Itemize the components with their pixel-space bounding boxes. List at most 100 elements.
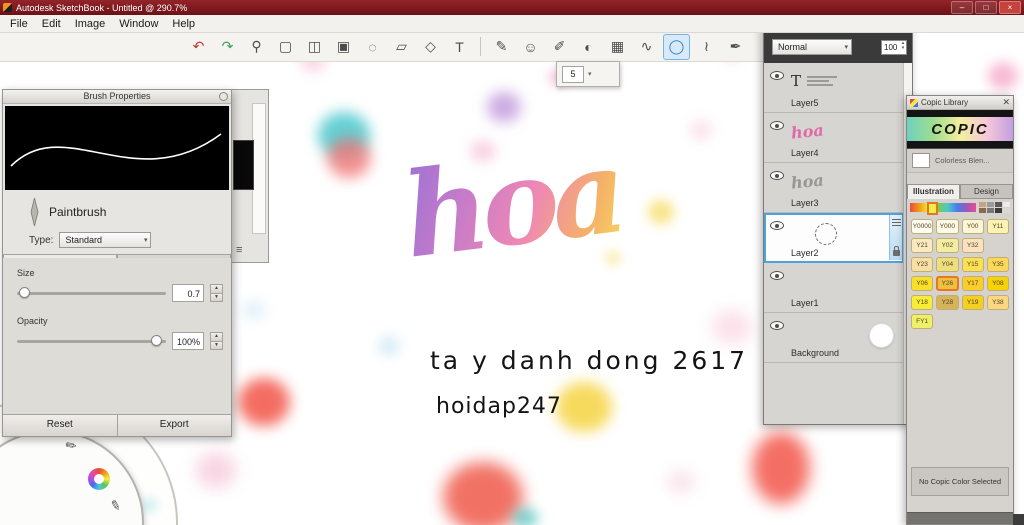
menu-image[interactable]: Image xyxy=(68,17,113,31)
family-swatch[interactable] xyxy=(987,208,994,213)
window-resize-grip[interactable] xyxy=(1013,514,1024,525)
copic-chip-y35[interactable]: Y35 xyxy=(986,257,1009,272)
family-swatch[interactable] xyxy=(979,202,986,207)
tab-illustration[interactable]: Illustration xyxy=(907,184,960,199)
visibility-eye-icon[interactable] xyxy=(770,221,784,230)
blend-mode-select[interactable]: Normal xyxy=(772,39,852,55)
opacity-slider-knob[interactable] xyxy=(150,334,162,346)
menu-edit[interactable]: Edit xyxy=(35,17,68,31)
menu-help[interactable]: Help xyxy=(165,17,202,31)
opacity-value[interactable]: 100% xyxy=(172,332,204,350)
layer-row-layer3[interactable]: hoa Layer3 xyxy=(764,163,904,213)
colorless-swatch[interactable] xyxy=(912,153,930,168)
brush-properties-titlebar[interactable]: Brush Properties xyxy=(3,90,231,104)
visibility-eye-icon[interactable] xyxy=(770,321,784,330)
size-slider-knob[interactable] xyxy=(19,286,31,298)
copic-chip-y06[interactable]: Y06 xyxy=(911,276,934,291)
layer-opacity-icon[interactable] xyxy=(891,219,901,220)
family-swatch[interactable] xyxy=(987,202,994,207)
layer-row-layer1[interactable]: Layer1 xyxy=(764,263,904,313)
menu-file[interactable]: File xyxy=(3,17,35,31)
steady-stroke-icon[interactable]: ∿ xyxy=(634,35,659,59)
copic-chip-y32[interactable]: Y32 xyxy=(961,238,984,253)
magic-select-icon[interactable]: ◫ xyxy=(302,35,327,59)
french-curve-icon[interactable]: ≀ xyxy=(694,35,719,59)
pencil-tool-icon[interactable]: ✎ xyxy=(489,35,514,59)
brush-size-value[interactable]: 5 xyxy=(562,65,584,83)
blob-brush-icon[interactable]: ☺ xyxy=(518,35,543,59)
copic-chip-y19[interactable]: Y19 xyxy=(961,295,984,310)
close-icon[interactable] xyxy=(219,92,228,101)
copic-chip-y00[interactable]: Y00 xyxy=(961,219,984,234)
close-button[interactable]: × xyxy=(999,1,1021,14)
size-value[interactable]: 0.7 xyxy=(172,284,204,302)
layer-row-layer4[interactable]: hoa Layer4 xyxy=(764,113,904,163)
distort-transform-icon[interactable]: ◇ xyxy=(418,35,443,59)
copic-chip-y04[interactable]: Y04 xyxy=(936,257,959,272)
brush-size-popup[interactable]: 5 ▾ xyxy=(556,61,620,87)
maximize-button[interactable]: □ xyxy=(975,1,997,14)
text-tool-icon[interactable]: T xyxy=(447,35,472,59)
layer-row-layer5[interactable]: T Layer5 xyxy=(764,63,904,113)
visibility-eye-icon[interactable] xyxy=(770,271,784,280)
polyline-select-icon[interactable]: ▱ xyxy=(389,35,414,59)
redo-icon[interactable]: ↷ xyxy=(215,35,240,59)
copic-chip-y17[interactable]: Y17 xyxy=(961,276,984,291)
visibility-eye-icon[interactable] xyxy=(770,71,784,80)
crop-icon[interactable]: ▣ xyxy=(331,35,356,59)
copic-chip-y26[interactable]: Y26 xyxy=(936,276,959,291)
symmetry-icon[interactable]: ▦ xyxy=(605,35,630,59)
zoom-icon[interactable]: ⚲ xyxy=(244,35,269,59)
undo-icon[interactable]: ↶ xyxy=(186,35,211,59)
copic-chip-y38[interactable]: Y38 xyxy=(986,295,1009,310)
copic-chip-y11[interactable]: Y11 xyxy=(986,219,1009,234)
lasso-select-icon[interactable]: ◌ xyxy=(360,35,385,59)
export-button[interactable]: Export xyxy=(116,415,231,436)
layer-row-background[interactable]: Background xyxy=(764,313,904,363)
pen-mode-icon[interactable]: ✒ xyxy=(723,35,748,59)
copic-footer-bar xyxy=(907,512,1013,524)
family-swatch[interactable] xyxy=(979,208,986,213)
copic-chip-y15[interactable]: Y15 xyxy=(961,257,984,272)
copic-titlebar[interactable]: Copic Library ✕ xyxy=(907,96,1013,110)
lock-icon[interactable] xyxy=(892,246,900,256)
size-stepper[interactable]: ▲ ▼ xyxy=(210,284,223,302)
marquee-select-icon[interactable]: ▢ xyxy=(273,35,298,59)
family-swatch[interactable] xyxy=(1003,202,1010,207)
brush-swatch[interactable] xyxy=(233,140,254,190)
menu-window[interactable]: Window xyxy=(112,17,165,31)
family-swatch[interactable] xyxy=(1003,208,1010,213)
opacity-slider[interactable] xyxy=(17,334,166,346)
colorless-blender-row[interactable]: Colorless Blen... xyxy=(907,149,1013,173)
size-slider[interactable] xyxy=(17,286,166,298)
family-swatch[interactable] xyxy=(995,208,1002,213)
brush-pair-icon[interactable]: ✐ xyxy=(547,35,572,59)
copic-chip-y28[interactable]: Y28 xyxy=(936,295,959,310)
layer-opacity-input[interactable]: 100 xyxy=(881,39,907,55)
brush-library-scrollbar[interactable] xyxy=(252,103,266,234)
visibility-eye-icon[interactable] xyxy=(770,121,784,130)
color-wheel-icon[interactable] xyxy=(88,468,110,490)
menu-icon[interactable]: ≡ xyxy=(236,244,242,256)
close-icon[interactable]: ✕ xyxy=(1002,98,1010,107)
copic-chip-y02[interactable]: Y02 xyxy=(936,238,959,253)
copic-chip-y18[interactable]: Y18 xyxy=(911,295,934,310)
tab-design[interactable]: Design xyxy=(960,184,1013,199)
copic-chip-y21[interactable]: Y21 xyxy=(911,238,934,253)
visibility-eye-icon[interactable] xyxy=(770,171,784,180)
copic-chip-fy1[interactable]: FY1 xyxy=(911,314,934,329)
sphere-guide-icon[interactable]: ◐ xyxy=(576,35,601,59)
minimize-button[interactable]: – xyxy=(951,1,973,14)
color-family-bar[interactable] xyxy=(910,202,976,215)
ellipse-guide-icon[interactable]: ◯ xyxy=(663,33,690,60)
brush-type-select[interactable]: Standard xyxy=(59,232,152,248)
layer-controls-strip[interactable] xyxy=(889,215,902,260)
layer-row-layer2[interactable]: Layer2 xyxy=(764,213,904,263)
copic-chip-y23[interactable]: Y23 xyxy=(911,257,934,272)
copic-chip-y08[interactable]: Y08 xyxy=(986,276,1009,291)
copic-chip-y000[interactable]: Y000 xyxy=(936,219,959,234)
copic-chip-y0000[interactable]: Y0000 xyxy=(911,219,934,234)
opacity-stepper[interactable]: ▲ ▼ xyxy=(210,332,223,350)
family-swatch[interactable] xyxy=(995,202,1002,207)
reset-button[interactable]: Reset xyxy=(3,415,117,436)
